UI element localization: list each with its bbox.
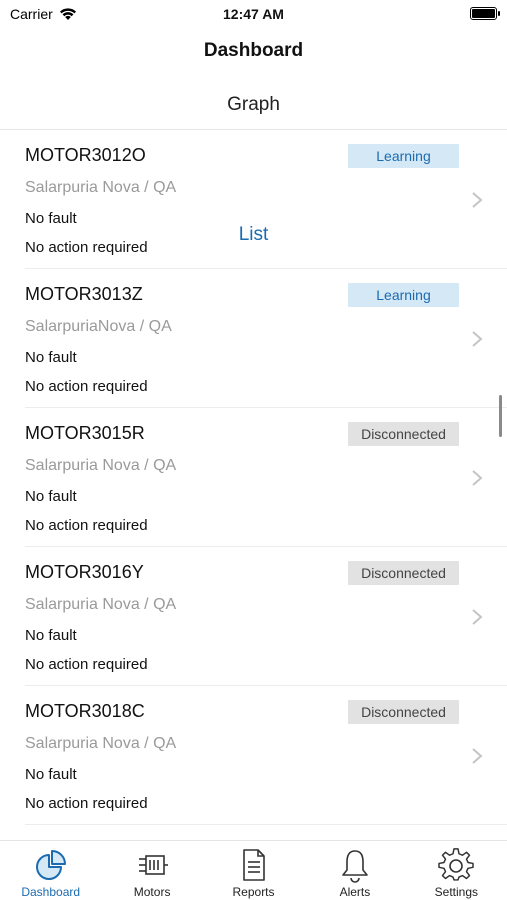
status-badge: Disconnected xyxy=(348,561,459,585)
bottom-tab-bar: Dashboard Motors Reports Alerts Settings xyxy=(0,840,507,900)
status-badge: Learning xyxy=(348,283,459,307)
status-badge: Learning xyxy=(348,144,459,168)
chevron-right-icon xyxy=(472,748,483,764)
tabbar-label: Settings xyxy=(434,885,478,899)
motor-location: Salarpuria Nova / QA xyxy=(25,457,177,474)
motor-row[interactable]: MOTOR3018C Disconnected Salarpuria Nova … xyxy=(25,686,507,825)
motor-action: No action required xyxy=(25,656,148,673)
motor-icon xyxy=(139,855,169,875)
motor-action: No action required xyxy=(25,795,148,812)
motor-action: No action required xyxy=(25,239,148,256)
motor-name: MOTOR3016Y xyxy=(25,562,144,582)
motor-name: MOTOR3013Z xyxy=(25,284,143,304)
segmented-tabs: Graph List xyxy=(0,86,507,245)
motor-location: Salarpuria Nova / QA xyxy=(25,596,177,613)
gear-icon xyxy=(438,848,475,881)
battery-icon xyxy=(470,7,500,20)
tabbar-label: Motors xyxy=(133,885,171,899)
status-badge: Disconnected xyxy=(348,700,459,724)
bell-icon xyxy=(342,850,368,883)
tabbar-label: Dashboard xyxy=(21,885,81,899)
motor-fault: No fault xyxy=(25,627,77,644)
dashboard-pie-icon xyxy=(35,850,66,880)
motor-row[interactable]: MOTOR3013Z Learning SalarpuriaNova / QA … xyxy=(25,269,507,408)
motor-name: MOTOR3018C xyxy=(25,701,145,721)
motor-row[interactable]: MOTOR3012O Learning Salarpuria Nova / QA… xyxy=(25,130,507,269)
chevron-right-icon xyxy=(472,470,483,486)
motor-action: No action required xyxy=(25,517,148,534)
motor-row[interactable]: MOTOR3016Y Disconnected Salarpuria Nova … xyxy=(25,547,507,686)
tabbar-dashboard[interactable]: Dashboard xyxy=(0,841,101,900)
tabbar-reports[interactable]: Reports xyxy=(203,841,304,900)
motor-location: Salarpuria Nova / QA xyxy=(25,179,177,196)
report-document-icon xyxy=(242,849,265,881)
page-title: Dashboard xyxy=(203,40,304,61)
chevron-right-icon xyxy=(472,609,483,625)
status-badge: Disconnected xyxy=(348,422,459,446)
motor-fault: No fault xyxy=(25,349,77,366)
motor-action: No action required xyxy=(25,378,148,395)
motor-fault: No fault xyxy=(25,766,77,783)
motor-fault: No fault xyxy=(25,210,77,227)
tab-graph[interactable]: Graph xyxy=(0,86,507,129)
motor-name: MOTOR3012O xyxy=(25,145,146,165)
motor-row[interactable]: MOTOR3015R Disconnected Salarpuria Nova … xyxy=(25,408,507,547)
chevron-right-icon xyxy=(472,192,483,208)
motor-list: MOTOR3012O Learning Salarpuria Nova / QA… xyxy=(0,130,507,840)
tabbar-label: Reports xyxy=(232,885,275,899)
tabbar-settings[interactable]: Settings xyxy=(406,841,507,900)
tabbar-label: Alerts xyxy=(339,885,371,899)
tabbar-alerts[interactable]: Alerts xyxy=(304,841,405,900)
status-time: 12:47 AM xyxy=(223,6,284,22)
motor-location: SalarpuriaNova / QA xyxy=(25,318,172,335)
motor-fault: No fault xyxy=(25,488,77,505)
motor-location: Salarpuria Nova / QA xyxy=(25,735,177,752)
tabbar-motors[interactable]: Motors xyxy=(101,841,202,900)
motor-name: MOTOR3015R xyxy=(25,423,145,443)
scrollbar[interactable] xyxy=(499,395,502,437)
status-bar: Carrier 12:47 AM xyxy=(0,0,507,30)
chevron-right-icon xyxy=(472,331,483,347)
